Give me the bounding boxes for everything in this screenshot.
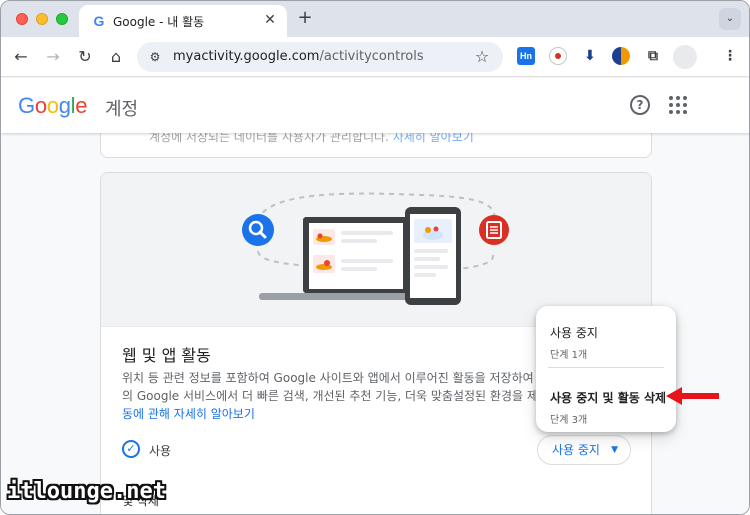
logo-letter: G — [18, 93, 35, 118]
url-host: myactivity.google.com — [173, 49, 320, 64]
logo-letter: g — [58, 93, 71, 118]
url-text[interactable]: myactivity.google.com/activitycontrols — [173, 49, 424, 64]
url-path: /activitycontrols — [319, 49, 424, 64]
hn-extension-icon[interactable]: Hn — [517, 47, 535, 65]
help-icon[interactable]: ? — [630, 95, 650, 115]
section-title: 웹 및 앱 활동 — [122, 346, 211, 365]
previous-card-desc: 계정에 저장되는 데이터를 사용자가 관리합니다. — [149, 133, 389, 144]
menu-divider — [548, 367, 664, 368]
new-tab-button[interactable]: + — [295, 8, 315, 28]
menu-item-turn-off[interactable]: 사용 중지 단계 1개 — [536, 306, 676, 366]
menu-item-label: 사용 중지 — [550, 326, 598, 340]
activity-illustration — [101, 173, 651, 327]
google-apps-icon[interactable] — [669, 96, 687, 114]
google-account-header: Google 계정 ? — [1, 78, 749, 133]
back-arrow-icon[interactable]: ← — [9, 45, 33, 69]
kebab-menu-icon[interactable]: ⋮ — [721, 47, 739, 65]
menu-item-label: 사용 중지 및 활동 삭제 — [550, 391, 667, 405]
tab-title: Google - 내 활동 — [113, 15, 205, 29]
menu-item-sub: 단계 3개 — [550, 415, 588, 426]
close-window-button[interactable] — [16, 13, 28, 25]
tab-strip: G Google - 내 활동 ✕ + ⌄ — [1, 1, 749, 37]
record-extension-icon[interactable] — [549, 47, 567, 65]
devices-illustration — [242, 192, 509, 305]
turn-off-dropdown-button[interactable]: 사용 중지 ▼ — [537, 435, 631, 465]
browser-toolbar: ← → ↻ ⌂ ⚙ myactivity.google.com/activity… — [1, 37, 749, 77]
address-bar[interactable]: ⚙ myactivity.google.com/activitycontrols… — [137, 42, 503, 72]
reload-icon[interactable]: ↻ — [73, 45, 97, 69]
home-icon[interactable]: ⌂ — [104, 45, 128, 69]
download-extension-icon[interactable]: ⬇ — [581, 47, 599, 65]
learn-more-link[interactable]: 자세히 알아보기 — [393, 133, 474, 144]
profile-avatar[interactable] — [673, 45, 697, 69]
menu-item-turn-off-and-delete[interactable]: 사용 중지 및 활동 삭제 단계 3개 — [536, 369, 676, 429]
browser-window: G Google - 내 활동 ✕ + ⌄ ← → ↻ ⌂ ⚙ myactivi… — [0, 0, 750, 515]
tab-search-chevron-icon[interactable]: ⌄ — [719, 8, 741, 30]
tab-close-icon[interactable]: ✕ — [261, 11, 279, 29]
moon-extension-icon[interactable] — [612, 47, 630, 65]
logo-letter: o — [46, 93, 59, 118]
caret-down-icon: ▼ — [611, 445, 618, 455]
tab-google-my-activity[interactable]: G Google - 내 활동 ✕ — [79, 5, 287, 37]
search-circle-icon — [242, 214, 274, 246]
site-info-icon[interactable]: ⚙ — [145, 47, 165, 67]
minimize-window-button[interactable] — [36, 13, 48, 25]
forward-arrow-icon[interactable]: → — [41, 45, 65, 69]
menu-item-sub: 단계 1개 — [550, 350, 588, 361]
logo-letter: e — [75, 93, 88, 118]
maximize-window-button[interactable] — [56, 13, 68, 25]
check-circle-icon: ✓ — [122, 440, 140, 458]
previous-card: 계정에 저장되는 데이터를 사용자가 관리합니다. 자세히 알아보기 — [100, 133, 652, 158]
google-favicon-icon: G — [93, 13, 105, 29]
turn-off-label: 사용 중지 — [552, 443, 600, 457]
logo-letter: o — [34, 93, 47, 118]
google-logo[interactable]: Google — [18, 93, 87, 119]
turn-off-menu: 사용 중지 단계 1개 사용 중지 및 활동 삭제 단계 3개 — [536, 306, 676, 432]
red-pointer-arrow-icon — [666, 387, 719, 405]
previous-card-text: 계정에 저장되는 데이터를 사용자가 관리합니다. 자세히 알아보기 — [149, 133, 474, 145]
extensions-puzzle-icon[interactable]: ⧉ — [644, 47, 662, 65]
watermark-text: itlounge.net — [7, 479, 166, 504]
account-label: 계정 — [105, 99, 139, 120]
status-label: 사용 — [149, 444, 172, 458]
bookmark-star-icon[interactable]: ☆ — [471, 46, 493, 68]
